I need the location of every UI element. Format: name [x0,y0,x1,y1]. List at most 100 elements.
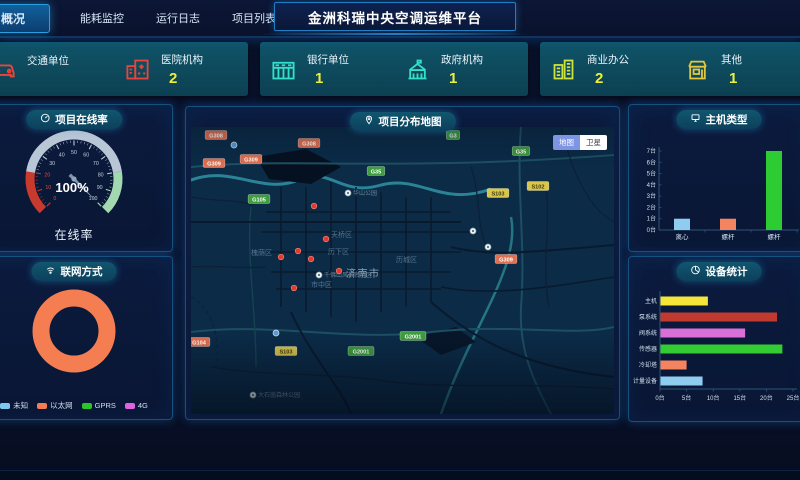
nav-tab-3[interactable]: 项目列表 [230,7,278,29]
svg-text:80: 80 [98,173,104,179]
svg-text:计量设备: 计量设备 [633,377,657,385]
stat-text: 交通单位 [27,53,69,86]
panel-title-network: 联网方式 [61,264,103,279]
legend-item-2[interactable]: GPRS [82,400,116,411]
map-layer-controls: 地图卫星 [553,135,607,150]
network-icon [46,265,56,278]
legend-item-1[interactable]: 以太网 [37,400,73,411]
map-project-marker[interactable] [323,236,329,242]
map-poi-marker[interactable]: 华山公园 [345,189,377,197]
stat-label: 其他 [721,52,742,67]
svg-text:S103: S103 [491,191,504,197]
map-project-marker[interactable] [336,268,342,274]
panel-title-device: 设备统计 [706,264,748,279]
svg-text:30: 30 [49,161,55,167]
online-rate-gauge: 0102030405060708090100100% [11,127,137,232]
district-label: 天桥区 [331,230,352,239]
panel-header-network: 联网方式 [32,262,117,281]
nav-tab-1[interactable]: 能耗监控 [78,7,126,29]
svg-text:25台: 25台 [787,394,800,402]
road-badge-G2001: G2001 [400,332,426,341]
map-poi-marker[interactable] [470,228,476,234]
hospital-icon [124,56,151,83]
panel-title-host: 主机类型 [706,112,748,127]
map-station-marker[interactable] [231,142,237,148]
svg-text:传感器: 传感器 [639,345,657,353]
host-icon [691,113,701,126]
svg-text:7台: 7台 [647,147,656,155]
legend-swatch [82,403,92,409]
svg-text:15台: 15台 [733,394,746,402]
svg-text:60: 60 [83,153,89,159]
stats-icon [691,265,701,278]
svg-text:0台: 0台 [655,394,664,402]
nav-tab-2[interactable]: 运行日志 [154,7,202,29]
svg-text:G309: G309 [244,157,258,163]
stat-item-1-1: 政府机构1 [394,42,528,96]
svg-text:6台: 6台 [647,158,656,166]
map-overlay: G308G308G309G309G309G104G3G35G35G105G200… [191,131,549,400]
map-station-marker[interactable] [273,330,279,336]
stat-count: 2 [161,70,203,87]
svg-text:华山公园: 华山公园 [353,189,377,197]
top-nav-bar: 概况能耗监控运行日志项目列表视频监控 金洲科瑞中央空调运维平台 [0,0,800,38]
map-poi-marker[interactable]: 大石崮森林公园 [250,391,300,399]
map-pin-icon [364,115,374,128]
svg-text:G2001: G2001 [405,334,422,340]
svg-text:0: 0 [53,196,56,202]
host-type-chart: 0台1台2台3台4台5台6台7台离心螺杆螺杆 [633,129,800,247]
svg-text:大石崮森林公园: 大石崮森林公园 [258,391,300,399]
svg-text:5台: 5台 [682,394,691,402]
stat-label: 银行单位 [307,52,349,67]
svg-text:10: 10 [45,185,51,191]
district-label: 历下区 [328,248,349,256]
district-label: 槐荫区 [251,248,272,257]
stat-label: 交通单位 [27,53,69,68]
svg-text:S103: S103 [279,349,292,355]
road-badge-S102: S102 [527,182,549,191]
stat-item-2-1: 其他 1 [674,42,800,96]
stat-item-1-0: 银行单位1 [260,42,394,96]
road-badge-G309: G309 [240,155,262,164]
platform-title-box: 金洲科瑞中央空调运维平台 [274,2,516,31]
stat-count: 1 [721,70,742,87]
panel-header-device: 设备统计 [677,262,762,281]
map-poi-marker[interactable] [485,244,491,250]
svg-text:G3: G3 [449,133,456,139]
gauge-icon [40,113,50,126]
stat-text: 医院机构2 [161,52,203,87]
svg-text:4台: 4台 [647,181,656,189]
svg-text:50: 50 [71,150,77,156]
svg-text:G308: G308 [302,141,316,147]
map-project-marker[interactable] [278,254,284,260]
stat-count [27,71,69,86]
panel-header-online: 项目在线率 [26,110,122,129]
map-project-marker[interactable] [291,285,297,291]
legend-item-0[interactable]: 未知 [0,400,28,411]
stat-card-0: 交通单位 医院机构2 [0,42,248,96]
stat-label: 政府机构 [441,52,483,67]
legend-label: 4G [138,401,148,410]
svg-text:主机: 主机 [645,297,657,305]
stat-count: 2 [587,70,629,87]
svg-text:螺杆: 螺杆 [722,232,736,241]
legend-item-3[interactable]: 4G [125,400,148,411]
svg-text:1台: 1台 [647,215,656,223]
map-btn-satellite[interactable]: 卫星 [580,135,607,150]
map-project-marker[interactable] [295,248,301,254]
panel-project-online-rate: 项目在线率 0102030405060708090100100% 在线率 [0,104,173,252]
map-project-marker[interactable] [308,256,314,262]
network-mode-donut [26,283,122,384]
map-btn-map[interactable]: 地图 [553,135,580,150]
svg-text:10台: 10台 [707,394,720,402]
online-gauge-wrap: 0102030405060708090100100% 在线率 [0,127,172,243]
stat-card-2: 商业办公2其他1 [540,42,800,96]
panel-device-stats: 设备统计 主机泵系统阀系统传感器冷却塔计量设备0台5台10台15台20台25台 [628,256,800,422]
office-icon [550,56,577,83]
map-svg: G308G308G309G309G309G104G3G35G35G105G200… [191,127,614,414]
map-canvas[interactable]: G308G308G309G309G309G104G3G35G35G105G200… [191,127,614,414]
nav-tab-0[interactable]: 概况 [0,4,50,33]
map-poi-marker[interactable]: 千佛山风景名胜区 [316,271,372,279]
device-stats-chart: 主机泵系统阀系统传感器冷却塔计量设备0台5台10台15台20台25台 [633,281,800,417]
map-project-marker[interactable] [311,203,317,209]
